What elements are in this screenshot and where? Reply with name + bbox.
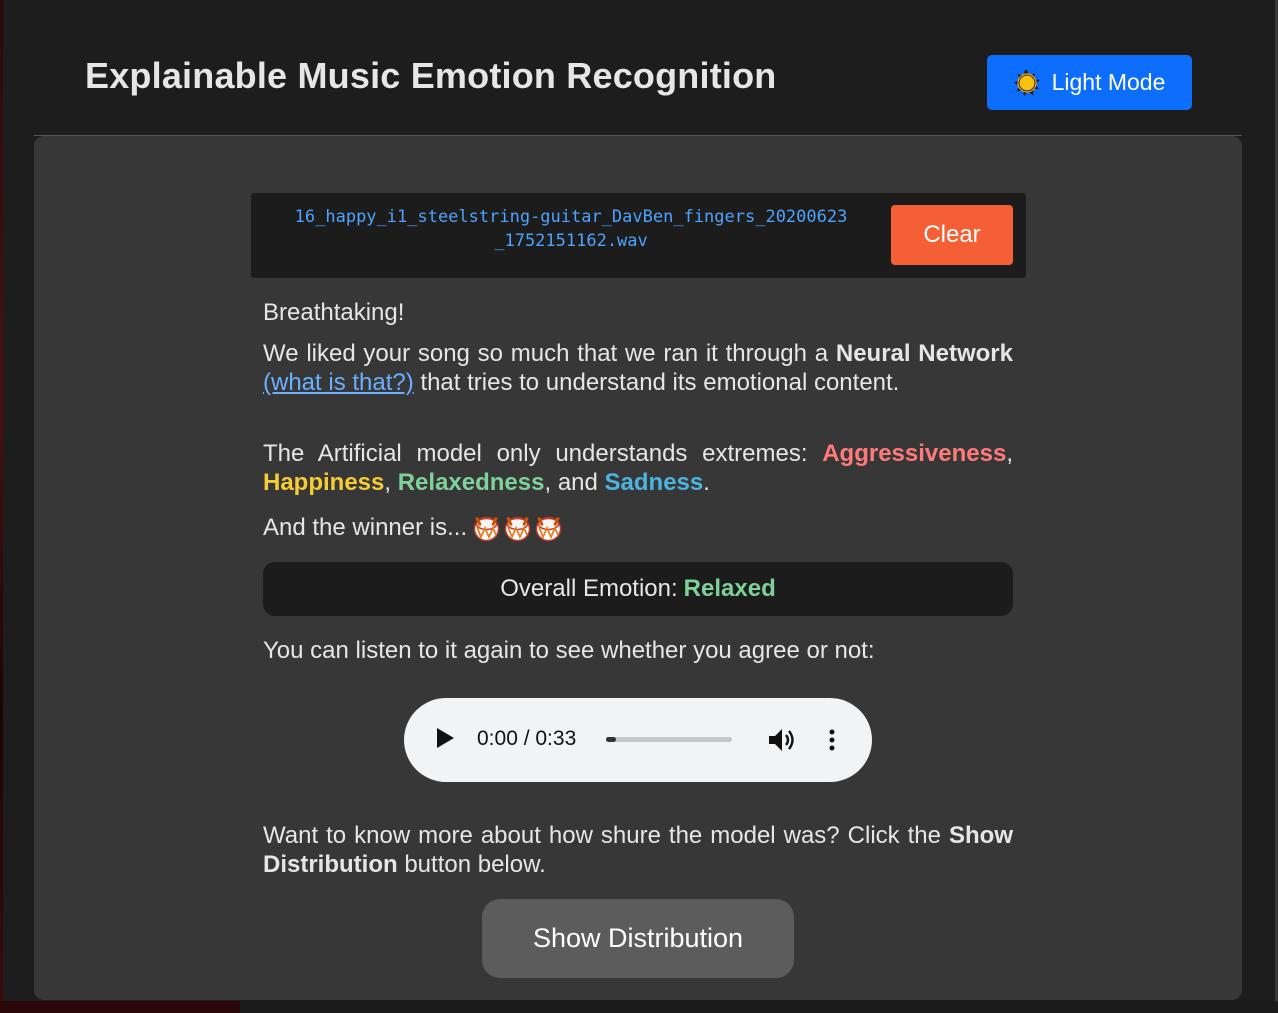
emotion-relaxedness: Relaxedness — [397, 469, 545, 496]
page-title: Explainable Music Emotion Recognition — [85, 55, 777, 96]
neural-network-term: Neural Network — [835, 340, 1013, 367]
distribution-text-b: button below. — [397, 851, 546, 878]
light-mode-label: Light Mode — [1051, 69, 1166, 95]
volume-icon[interactable] — [767, 726, 797, 754]
distribution-paragraph: Want to know more about how shure the mo… — [263, 821, 1013, 879]
audio-player[interactable]: 0:00 / 0:33 — [404, 698, 872, 782]
more-options-icon[interactable] — [827, 728, 837, 752]
audio-time: 0:00 / 0:33 — [477, 727, 577, 750]
exclaim-text: Breathtaking! — [263, 299, 405, 326]
what-is-that-link[interactable]: (what is that?) — [263, 369, 414, 396]
drum-icon — [473, 516, 500, 542]
sun-icon — [1013, 69, 1040, 96]
winner-text: And the winner is... — [263, 514, 468, 541]
drum-icons — [473, 515, 562, 542]
window-edge-left — [0, 0, 3, 1013]
play-icon[interactable] — [437, 728, 454, 748]
drum-icon — [535, 516, 562, 542]
window-bottom-strip — [0, 1001, 1278, 1013]
winner-line: And the winner is... — [263, 513, 1013, 542]
audio-seek-bar[interactable] — [606, 737, 732, 742]
emotion-sadness: Sadness — [604, 469, 704, 496]
light-mode-button[interactable]: Light Mode — [987, 55, 1192, 110]
audio-seek-progress — [606, 737, 616, 742]
file-name: 16_happy_i1_steelstring-guitar_DavBen_fi… — [294, 207, 848, 251]
overall-emotion-label: Overall Emotion: — [500, 575, 678, 602]
emotion-happiness: Happiness — [263, 469, 385, 496]
intro-paragraph: We liked your song so much that we ran i… — [263, 339, 1013, 397]
overall-emotion-box: Overall Emotion: Relaxed — [263, 562, 1013, 616]
intro-text-b: that tries to understand its emotional c… — [413, 369, 900, 396]
intro-text-a: We liked your song so much that we ran i… — [263, 340, 836, 367]
file-bar: 16_happy_i1_steelstring-guitar_DavBen_fi… — [251, 193, 1026, 278]
emotions-text-a: The Artificial model only understands ex… — [263, 440, 823, 467]
app-header: Explainable Music Emotion Recognition Li… — [0, 0, 1278, 136]
clear-button[interactable]: Clear — [891, 205, 1013, 265]
drum-icon — [504, 516, 531, 542]
overall-emotion-value: Relaxed — [683, 575, 776, 602]
emotion-aggressiveness: Aggressiveness — [822, 440, 1007, 467]
listen-text: You can listen to it again to see whethe… — [263, 637, 875, 664]
show-distribution-button[interactable]: Show Distribution — [482, 899, 794, 978]
distribution-text-a: Want to know more about how shure the mo… — [263, 822, 949, 849]
emotions-paragraph: The Artificial model only understands ex… — [263, 440, 1013, 496]
